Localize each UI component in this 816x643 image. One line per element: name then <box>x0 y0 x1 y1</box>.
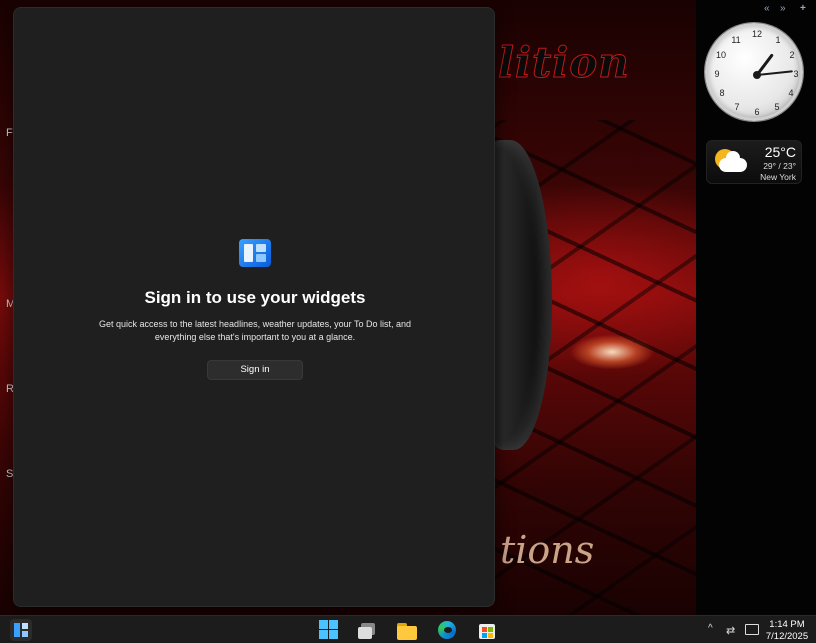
start-icon[interactable] <box>318 619 340 641</box>
clock-number: 7 <box>734 102 740 112</box>
widgets-app-icon <box>239 239 271 267</box>
edge-icon[interactable] <box>436 619 458 641</box>
clock-number: 1 <box>775 35 781 45</box>
display-icon[interactable] <box>745 624 759 635</box>
weather-city: New York <box>760 172 796 182</box>
store-icon[interactable] <box>476 619 498 641</box>
desktop-icon-label[interactable]: F <box>6 127 13 139</box>
gadget-add-icon[interactable]: + <box>800 3 806 14</box>
clock-number: 4 <box>788 88 794 98</box>
weather-temperature: 25°C <box>764 144 796 160</box>
file-explorer-icon[interactable] <box>396 619 418 641</box>
clock-number: 6 <box>754 107 760 117</box>
wallpaper-script-text-bottom: tions <box>500 528 595 572</box>
gadget-next-icon[interactable]: » <box>780 3 786 14</box>
wallpaper-script-text-top: lition <box>498 38 630 88</box>
tray-overflow-chevron-icon[interactable]: ^ <box>708 623 713 634</box>
weather-range: 29° / 23° <box>763 161 796 171</box>
clock-center <box>753 71 761 79</box>
clock-number: 10 <box>715 50 726 60</box>
clock-number: 12 <box>751 29 762 39</box>
clock-number: 8 <box>719 88 725 98</box>
clock-number: 11 <box>731 35 741 45</box>
task-view-icon[interactable] <box>356 619 378 641</box>
tray-time: 1:14 PM <box>769 619 805 630</box>
widgets-panel: Sign in to use your widgets Get quick ac… <box>13 7 495 607</box>
sign-in-button[interactable]: Sign in <box>207 360 303 380</box>
network-icon[interactable]: ⇄ <box>726 624 740 637</box>
clock-number: 9 <box>714 69 720 79</box>
clock-minute-hand <box>756 70 793 76</box>
taskbar: ^ ⇄ 1:14 PM 7/12/2025 <box>0 615 816 643</box>
gadget-controls: « » + <box>762 3 812 15</box>
cloud-icon <box>719 151 747 172</box>
clock-gadget[interactable]: 12 1 2 3 4 5 6 7 8 9 10 11 <box>705 23 803 121</box>
weather-gadget[interactable]: 25°C 29° / 23° New York <box>706 140 802 184</box>
panel-title: Sign in to use your widgets <box>144 288 366 307</box>
widgets-icon[interactable] <box>10 619 32 641</box>
clock-number: 5 <box>774 102 780 112</box>
clock-number: 2 <box>789 50 795 60</box>
tray-date: 7/12/2025 <box>765 631 809 642</box>
tray-clock[interactable]: 1:14 PM 7/12/2025 <box>762 619 812 643</box>
panel-description: Get quick access to the latest headlines… <box>98 319 411 342</box>
gadget-prev-icon[interactable]: « <box>764 3 770 14</box>
